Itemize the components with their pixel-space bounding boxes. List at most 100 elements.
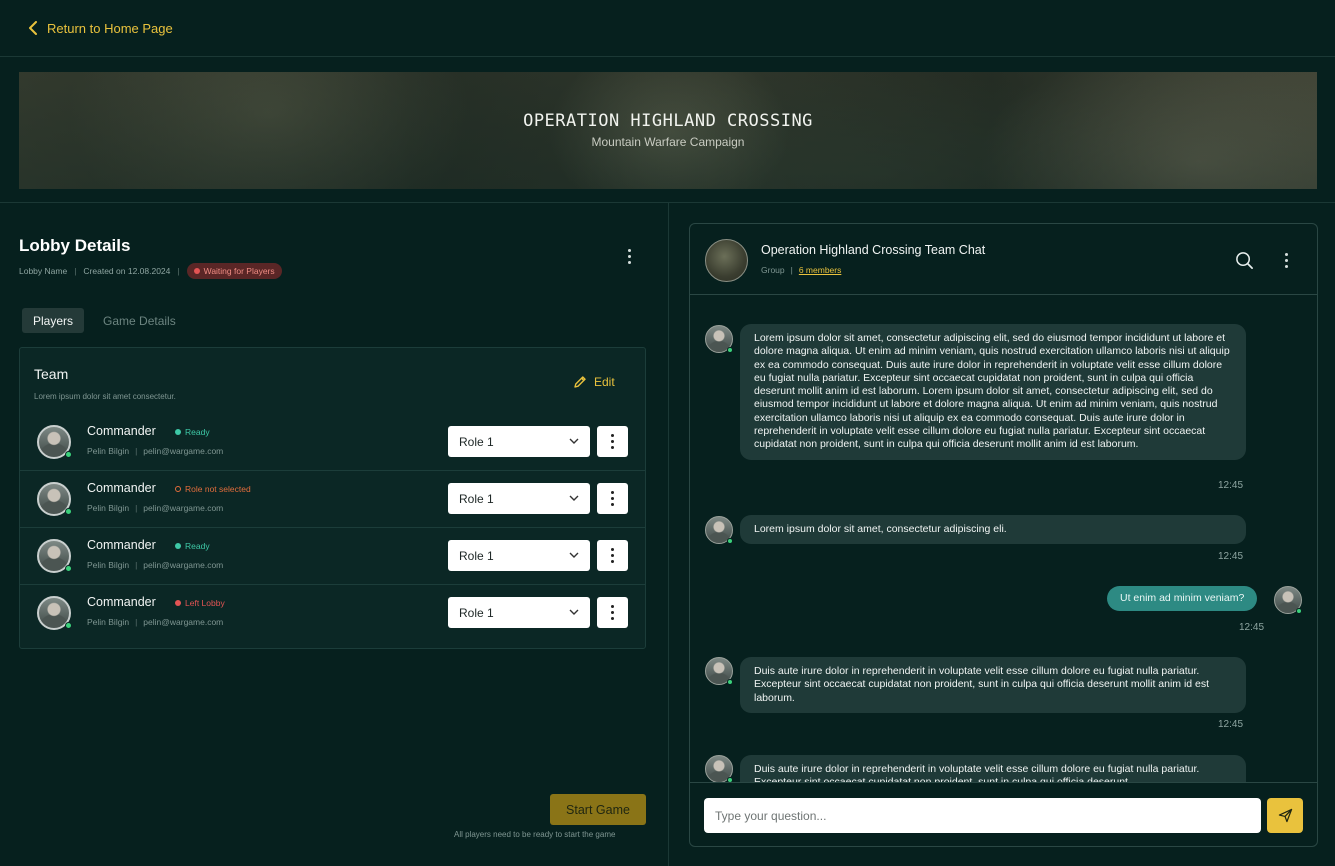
- chevron-down-icon: [569, 438, 579, 444]
- top-bar: Return to Home Page: [0, 0, 1335, 57]
- chat-title: Operation Highland Crossing Team Chat: [761, 243, 986, 257]
- player-row: Commander Left Lobby Pelin Bilgin | peli…: [20, 585, 645, 642]
- kebab-dot: [627, 248, 631, 252]
- player-user-name: Pelin Bilgin: [87, 503, 130, 513]
- player-role-name: Commander: [87, 538, 156, 552]
- kebab-dot: [627, 254, 631, 258]
- online-status-icon: [65, 565, 72, 572]
- player-email: pelin@wargame.com: [143, 446, 224, 456]
- send-button[interactable]: [1267, 798, 1303, 833]
- online-status-icon: [1296, 608, 1302, 614]
- message-time: 12:45: [1239, 622, 1265, 633]
- role-select[interactable]: Role 1: [448, 426, 590, 457]
- player-status: Ready: [175, 541, 210, 551]
- chat-more-button[interactable]: [1277, 250, 1295, 270]
- team-chat-panel: Operation Highland Crossing Team Chat Gr…: [689, 223, 1318, 847]
- pencil-icon: [574, 376, 586, 388]
- campaign-banner: OPERATION HIGHLAND CROSSING Mountain War…: [19, 72, 1317, 189]
- role-select[interactable]: Role 1: [448, 540, 590, 571]
- online-status-icon: [727, 538, 733, 544]
- chat-message: Duis aute irure dolor in reprehenderit i…: [740, 657, 1246, 713]
- status-dot-icon: [193, 268, 200, 274]
- player-status-label: Role not selected: [185, 484, 251, 494]
- separator: |: [790, 265, 793, 275]
- player-role-name: Commander: [87, 595, 156, 609]
- online-status-icon: [65, 451, 72, 458]
- start-game-button[interactable]: Start Game: [550, 794, 646, 825]
- status-ring-icon: [175, 486, 181, 492]
- return-home-label: Return to Home Page: [47, 20, 173, 36]
- player-role-name: Commander: [87, 481, 156, 495]
- player-more-button[interactable]: [597, 426, 628, 457]
- role-select[interactable]: Role 1: [448, 483, 590, 514]
- tab-game-details[interactable]: Game Details: [92, 308, 187, 333]
- separator: |: [177, 266, 180, 276]
- player-row: Commander Ready Pelin Bilgin | pelin@war…: [20, 528, 645, 585]
- lobby-more-button[interactable]: [620, 246, 638, 266]
- kebab-dot: [611, 611, 614, 614]
- player-row: Commander Ready Pelin Bilgin | pelin@war…: [20, 414, 645, 471]
- separator: |: [135, 617, 138, 627]
- chat-message: Lorem ipsum dolor sit amet, consectetur …: [740, 324, 1246, 460]
- player-more-button[interactable]: [597, 483, 628, 514]
- lobby-meta: Lobby Name | Created on 12.08.2024 | Wai…: [19, 263, 282, 279]
- return-home-link[interactable]: Return to Home Page: [28, 21, 173, 36]
- player-row: Commander Role not selected Pelin Bilgin…: [20, 471, 645, 528]
- message-time: 12:45: [1218, 480, 1244, 491]
- chat-message: Duis aute irure dolor in reprehenderit i…: [740, 755, 1246, 782]
- kebab-dot: [611, 605, 614, 608]
- kebab-dot: [1284, 252, 1288, 256]
- avatar: [1274, 586, 1302, 614]
- group-avatar: [705, 239, 748, 282]
- chevron-down-icon: [569, 609, 579, 615]
- player-user-name: Pelin Bilgin: [87, 446, 130, 456]
- campaign-subtitle: Mountain Warfare Campaign: [591, 135, 745, 149]
- send-icon: [1278, 808, 1292, 823]
- kebab-dot: [611, 560, 614, 563]
- lobby-created-date: Created on 12.08.2024: [83, 266, 171, 276]
- chevron-down-icon: [569, 552, 579, 558]
- player-more-button[interactable]: [597, 597, 628, 628]
- search-icon[interactable]: [1235, 251, 1254, 270]
- player-email: pelin@wargame.com: [143, 560, 224, 570]
- player-info: Pelin Bilgin | pelin@wargame.com: [87, 560, 223, 570]
- lobby-status-badge: Waiting for Players: [186, 263, 282, 279]
- chat-message-own: Ut enim ad minim veniam?: [1107, 586, 1258, 612]
- role-select[interactable]: Role 1: [448, 597, 590, 628]
- kebab-dot: [611, 440, 614, 443]
- tab-players[interactable]: Players: [22, 308, 85, 333]
- separator: |: [135, 503, 138, 513]
- player-status-label: Left Lobby: [185, 598, 225, 608]
- kebab-dot: [611, 446, 614, 449]
- separator: |: [135, 446, 138, 456]
- chat-header: Operation Highland Crossing Team Chat Gr…: [690, 224, 1317, 295]
- message-time: 12:45: [1218, 719, 1244, 730]
- edit-team-button[interactable]: Edit: [573, 375, 615, 389]
- role-select-value: Role 1: [459, 491, 494, 506]
- online-status-icon: [65, 508, 72, 515]
- player-more-button[interactable]: [597, 540, 628, 571]
- kebab-dot: [611, 554, 614, 557]
- chat-message-input[interactable]: [704, 798, 1261, 833]
- chat-type: Group: [761, 265, 785, 275]
- online-status-icon: [727, 679, 733, 685]
- kebab-dot: [611, 548, 614, 551]
- separator: |: [135, 560, 138, 570]
- chat-members-link[interactable]: 6 members: [799, 265, 842, 275]
- player-status: Ready: [175, 427, 210, 437]
- avatar: [705, 755, 733, 782]
- lobby-status-label: Waiting for Players: [203, 266, 275, 276]
- message-list[interactable]: Lorem ipsum dolor sit amet, consectetur …: [690, 296, 1317, 782]
- player-info: Pelin Bilgin | pelin@wargame.com: [87, 503, 223, 513]
- edit-label: Edit: [594, 375, 615, 389]
- online-status-icon: [65, 622, 72, 629]
- kebab-dot: [611, 434, 614, 437]
- separator: |: [74, 266, 77, 276]
- kebab-dot: [1284, 258, 1288, 262]
- player-role-name: Commander: [87, 424, 156, 438]
- kebab-dot: [611, 497, 614, 500]
- player-info: Pelin Bilgin | pelin@wargame.com: [87, 617, 223, 627]
- online-status-icon: [727, 347, 733, 353]
- role-select-value: Role 1: [459, 605, 494, 620]
- player-status-label: Ready: [185, 427, 210, 437]
